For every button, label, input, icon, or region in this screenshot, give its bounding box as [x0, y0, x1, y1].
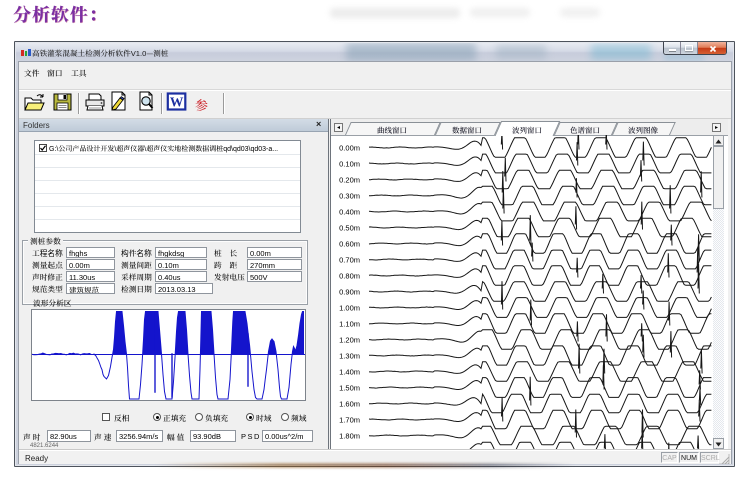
- svg-text:1.70m: 1.70m: [339, 416, 360, 425]
- svg-text:0.00m: 0.00m: [339, 144, 360, 153]
- svg-text:0.10m: 0.10m: [339, 160, 360, 169]
- svg-text:0.70m: 0.70m: [339, 256, 360, 265]
- svg-text:0.80m: 0.80m: [339, 272, 360, 281]
- svg-text:W: W: [170, 95, 184, 110]
- svg-text:0.90m: 0.90m: [339, 288, 360, 297]
- svg-text:1.60m: 1.60m: [339, 400, 360, 409]
- svg-text:0.50m: 0.50m: [339, 224, 360, 233]
- svg-text:0.60m: 0.60m: [339, 240, 360, 249]
- svg-text:1.80m: 1.80m: [339, 432, 360, 441]
- svg-text:0.20m: 0.20m: [339, 176, 360, 185]
- svg-text:1.50m: 1.50m: [339, 384, 360, 393]
- svg-text:1.20m: 1.20m: [339, 336, 360, 345]
- svg-text:1.30m: 1.30m: [339, 352, 360, 361]
- svg-text:0.30m: 0.30m: [339, 192, 360, 201]
- svg-text:1.00m: 1.00m: [339, 304, 360, 313]
- svg-text:1.40m: 1.40m: [339, 368, 360, 377]
- svg-text:1.10m: 1.10m: [339, 320, 360, 329]
- svg-text:0.40m: 0.40m: [339, 208, 360, 217]
